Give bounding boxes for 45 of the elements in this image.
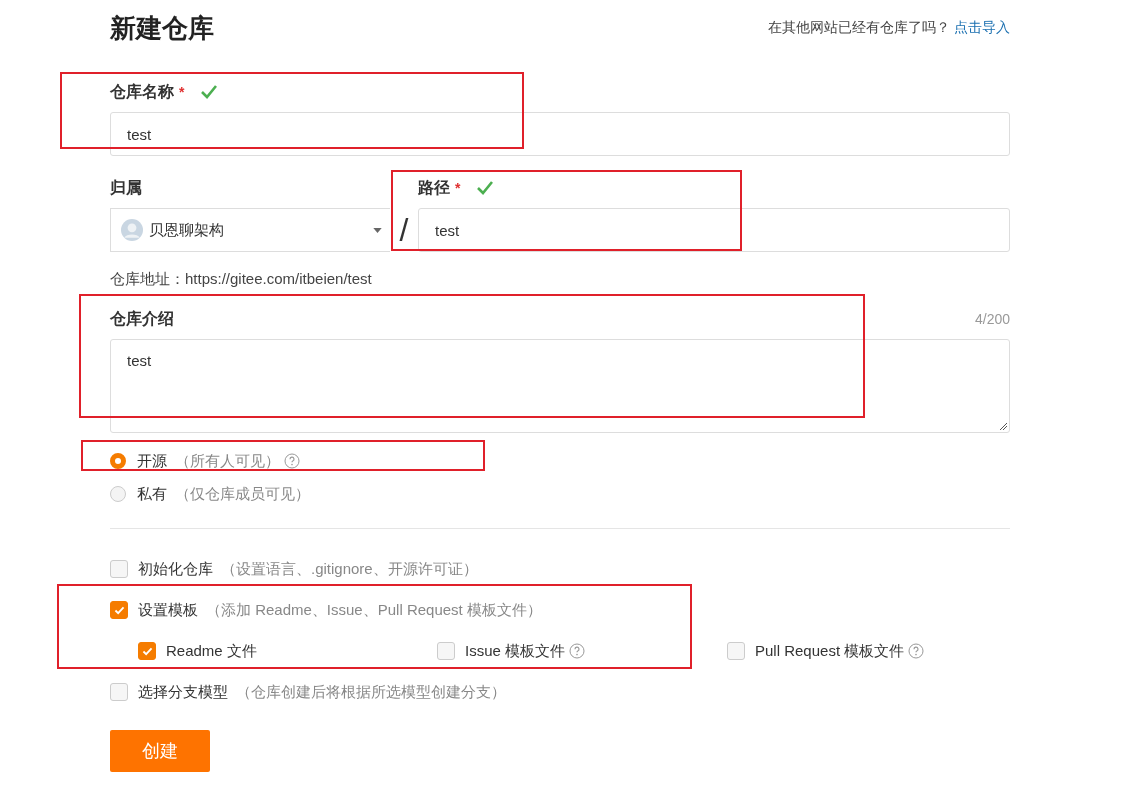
option-label: 设置模板 xyxy=(138,600,198,620)
checkbox[interactable] xyxy=(437,642,455,660)
field-label: 归属 xyxy=(110,177,142,198)
checkbox[interactable] xyxy=(110,683,128,701)
checkbox[interactable] xyxy=(110,560,128,578)
option-hint: （所有人可见） xyxy=(175,451,280,471)
field-label: 仓库名称 xyxy=(110,81,174,102)
help-icon[interactable] xyxy=(284,453,300,469)
radio-button[interactable] xyxy=(110,453,126,469)
path-separator: / xyxy=(398,211,410,250)
import-prompt: 在其他网站已经有仓库了吗？ xyxy=(768,19,950,37)
checkbox[interactable] xyxy=(110,601,128,619)
checkbox[interactable] xyxy=(138,642,156,660)
radio-button[interactable] xyxy=(110,486,126,502)
checkmark-icon xyxy=(113,605,125,615)
option-label: 初始化仓库 xyxy=(138,559,213,579)
option-hint: （设置语言、.gitignore、开源许可证） xyxy=(221,559,478,579)
repo-address: 仓库地址：https://gitee.com/itbeien/test xyxy=(110,270,373,289)
resize-handle-icon xyxy=(999,422,1007,430)
field-label: 路径 xyxy=(418,177,450,198)
option-label: 选择分支模型 xyxy=(138,682,228,702)
checkbox[interactable] xyxy=(727,642,745,660)
help-icon[interactable] xyxy=(569,643,586,659)
import-link[interactable]: 点击导入 xyxy=(954,19,1010,37)
option-hint: （仓库创建后将根据所选模型创建分支） xyxy=(236,682,506,702)
field-label: 仓库介绍 xyxy=(110,308,174,329)
char-counter: 4/200 xyxy=(974,311,1010,327)
option-label: 私有 xyxy=(137,484,167,504)
required-mark: * xyxy=(179,84,185,100)
option-hint: （添加 Readme、Issue、Pull Request 模板文件） xyxy=(206,600,542,620)
description-textarea[interactable]: test xyxy=(110,339,1010,433)
caret-icon xyxy=(373,227,382,233)
path-input[interactable]: test xyxy=(418,208,1010,252)
option-hint: （仅仓库成员可见） xyxy=(175,484,310,504)
name-input[interactable]: test xyxy=(110,112,1010,156)
page-title: 新建仓库 xyxy=(110,11,214,45)
option-label: Readme 文件 xyxy=(166,641,257,661)
required-mark: * xyxy=(455,180,461,196)
checkmark-icon xyxy=(141,646,153,656)
option-label: Pull Request 模板文件 xyxy=(755,641,905,661)
avatar-icon xyxy=(121,219,143,241)
option-label: 开源 xyxy=(137,451,167,471)
option-label: Issue 模板文件 xyxy=(465,641,566,661)
help-icon[interactable] xyxy=(908,643,925,659)
owner-select[interactable]: 贝恩聊架构 xyxy=(110,208,390,252)
